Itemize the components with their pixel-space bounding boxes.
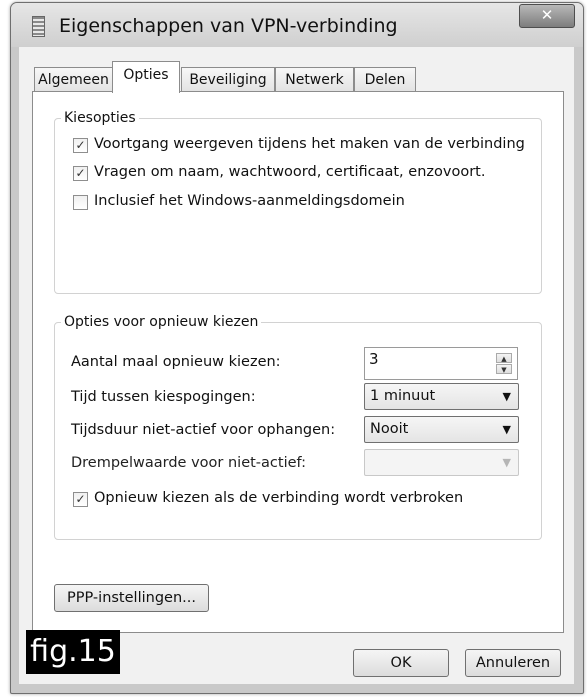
ok-button[interactable]: OK — [353, 649, 449, 677]
redial-options-legend: Opties voor opnieuw kiezen — [64, 314, 259, 330]
redial-on-drop-checkbox[interactable]: ✓ — [73, 492, 88, 507]
idle-hangup-select[interactable]: Nooit ▼ — [364, 416, 519, 443]
time-between-select[interactable]: 1 minuut ▼ — [364, 383, 519, 410]
redial-count-label: Aantal maal opnieuw kiezen: — [71, 354, 281, 370]
tab-delen[interactable]: Delen — [354, 67, 416, 92]
redial-count-value[interactable]: 3 — [369, 350, 379, 368]
chevron-down-icon: ▼ — [502, 390, 511, 403]
chevron-down-icon: ▼ — [502, 456, 511, 469]
time-between-label: Tijd tussen kiespogingen: — [71, 389, 256, 405]
include-domain-label: Inclusief het Windows-aanmeldingsdomein — [94, 193, 405, 209]
idle-threshold-label: Drempelwaarde voor niet-actief: — [71, 455, 306, 471]
chevron-down-icon: ▼ — [502, 423, 511, 436]
dialog-client-area: Algemeen Opties Beveiliging Netwerk Dele… — [19, 47, 574, 684]
prompt-credentials-checkbox[interactable]: ✓ — [73, 166, 88, 181]
idle-hangup-value: Nooit — [370, 421, 409, 437]
tab-beveiliging[interactable]: Beveiliging — [181, 67, 275, 92]
spin-down-icon[interactable]: ▼ — [496, 364, 512, 374]
prompt-credentials-label: Vragen om naam, wachtwoord, certificaat,… — [94, 164, 486, 180]
spin-up-icon[interactable]: ▲ — [496, 353, 512, 363]
idle-hangup-label: Tijdsduur niet-actief voor ophangen: — [71, 422, 336, 438]
title-bar[interactable]: Eigenschappen van VPN-verbinding ✕ — [11, 3, 583, 47]
close-button[interactable]: ✕ — [519, 4, 575, 28]
redial-count-spinner[interactable]: 3 ▲ ▼ — [364, 347, 518, 380]
ppp-settings-button[interactable]: PPP-instellingen... — [54, 584, 209, 612]
show-progress-label: Voortgang weergeven tijdens het maken va… — [94, 136, 525, 152]
show-progress-checkbox[interactable]: ✓ — [73, 138, 88, 153]
dial-options-legend: Kiesopties — [64, 110, 136, 126]
tab-opties[interactable]: Opties — [112, 61, 180, 93]
window-title: Eigenschappen van VPN-verbinding — [59, 15, 398, 37]
tab-algemeen[interactable]: Algemeen — [34, 67, 113, 92]
dialog-window: Eigenschappen van VPN-verbinding ✕ Algem… — [10, 2, 584, 694]
tab-panel-opties: Kiesopties ✓ Voortgang weergeven tijdens… — [32, 91, 564, 633]
redial-on-drop-label: Opnieuw kiezen als de verbinding wordt v… — [94, 490, 464, 506]
figure-label: fig.15 — [26, 630, 120, 674]
time-between-value: 1 minuut — [370, 388, 436, 404]
include-domain-checkbox[interactable] — [73, 195, 88, 210]
tab-netwerk[interactable]: Netwerk — [275, 67, 354, 92]
window-icon — [32, 16, 45, 37]
cancel-button[interactable]: Annuleren — [465, 649, 561, 677]
idle-threshold-select[interactable]: ▼ — [364, 449, 519, 476]
